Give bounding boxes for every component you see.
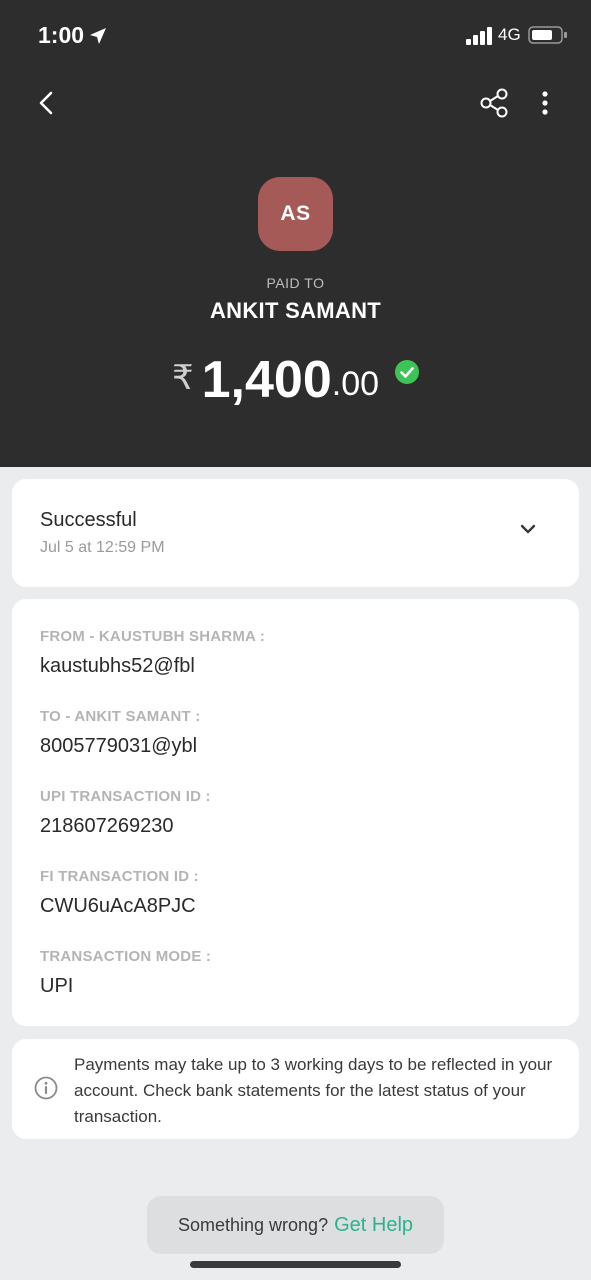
avatar: AS	[258, 177, 333, 251]
more-icon[interactable]	[530, 86, 560, 120]
transaction-mode-value: UPI	[40, 975, 74, 997]
paid-to-label: PAID TO	[266, 275, 325, 291]
transaction-details-card: FROM - KAUSTUBH SHARMA : kaustubhs52@fbl…	[12, 599, 579, 1026]
help-prefix: Something wrong?	[177, 1214, 329, 1235]
battery-icon	[528, 26, 567, 44]
help-banner: Something wrong? Get Help	[147, 1196, 444, 1254]
info-text: Payments may take up to 3 working days t…	[74, 1055, 553, 1126]
share-icon[interactable]	[478, 86, 512, 120]
to-label: TO - ANKIT SAMANT :	[40, 708, 201, 725]
info-icon	[34, 1076, 58, 1100]
from-value: kaustubhs52@fbl	[40, 655, 195, 677]
status-bar: 1:00 4G	[0, 0, 591, 70]
status-date: Jul 5 at 12:59 PM	[40, 539, 165, 556]
transaction-header: 1:00 4G AS PAID TO ANKIT SAMANT ₹ 1,400 …	[0, 0, 591, 467]
fi-transaction-id-value: CWU6uAcA8PJC	[40, 895, 196, 917]
signal-icon	[466, 27, 492, 45]
chevron-down-icon[interactable]	[518, 519, 538, 539]
network-type: 4G	[498, 25, 521, 44]
status-title: Successful	[40, 509, 137, 531]
status-time-text: 1:00	[38, 22, 85, 48]
amount-whole: 1,400	[201, 351, 332, 409]
upi-transaction-id-label: UPI TRANSACTION ID :	[40, 788, 211, 805]
location-arrow-icon	[90, 27, 107, 44]
get-help-link[interactable]: Get Help	[334, 1214, 413, 1237]
back-icon[interactable]	[30, 86, 64, 120]
success-check-icon	[395, 360, 420, 384]
status-card[interactable]: Successful Jul 5 at 12:59 PM	[12, 479, 579, 587]
fi-transaction-id-label: FI TRANSACTION ID :	[40, 868, 199, 885]
upi-transaction-id-value: 218607269230	[40, 815, 174, 837]
amount-decimal: .00	[331, 365, 380, 403]
from-label: FROM - KAUSTUBH SHARMA :	[40, 628, 266, 645]
amount: ₹ 1,400 .00	[0, 342, 591, 406]
transaction-mode-label: TRANSACTION MODE :	[40, 948, 212, 965]
to-value: 8005779031@ybl	[40, 735, 198, 757]
currency-symbol: ₹	[171, 359, 194, 397]
status-time: 1:00	[38, 22, 108, 49]
home-indicator[interactable]	[190, 1261, 401, 1268]
payee-name: ANKIT SAMANT	[209, 298, 382, 323]
info-card: Payments may take up to 3 working days t…	[12, 1039, 579, 1139]
